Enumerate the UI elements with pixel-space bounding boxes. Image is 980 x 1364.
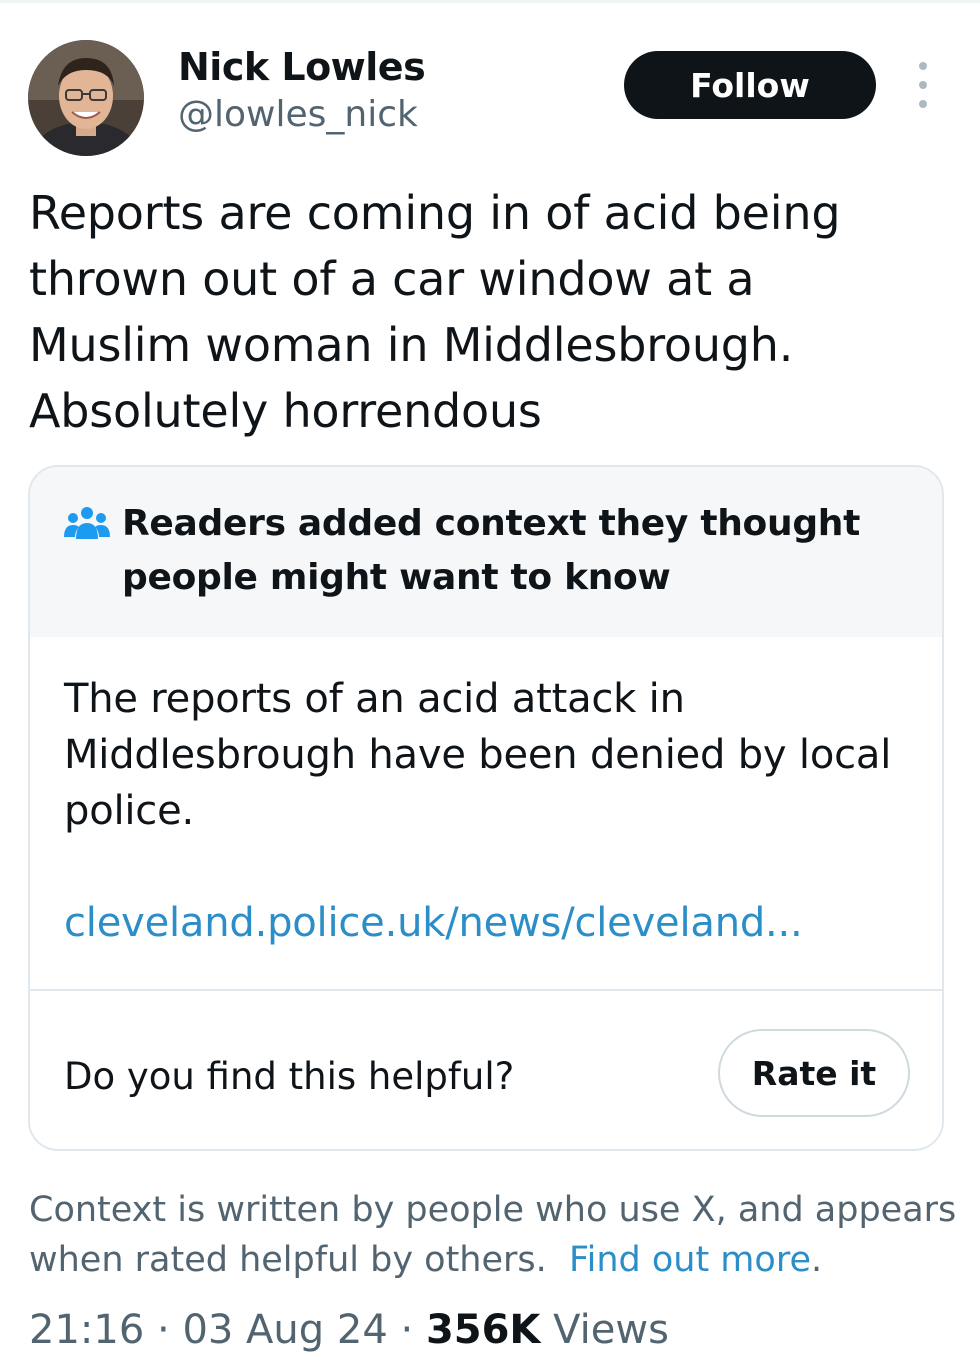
- context-disclaimer-period: .: [810, 1240, 823, 1280]
- avatar-image: [28, 40, 144, 156]
- context-disclaimer: Context is written by people who use X, …: [29, 1185, 959, 1285]
- community-note-source-link[interactable]: cleveland.police.uk/news/cleveland...: [64, 895, 803, 951]
- display-name[interactable]: Nick Lowles: [178, 44, 426, 90]
- user-handle[interactable]: @lowles_nick: [178, 92, 425, 138]
- tweet-time[interactable]: 21:16: [29, 1307, 144, 1353]
- community-note-header: Readers added context they thought peopl…: [30, 467, 942, 637]
- rate-it-button[interactable]: Rate it: [718, 1029, 910, 1117]
- tweet-meta: 21:16 · 03 Aug 24 · 356K Views: [29, 1302, 669, 1358]
- divider: [30, 989, 942, 991]
- more-vertical-icon-dot: [919, 81, 927, 89]
- top-divider: [0, 0, 980, 3]
- meta-separator: ·: [157, 1307, 170, 1353]
- people-icon: [64, 507, 110, 539]
- meta-separator: ·: [400, 1307, 414, 1353]
- more-options-button[interactable]: [908, 62, 938, 108]
- community-note-title: Readers added context they thought peopl…: [122, 503, 861, 598]
- find-out-more-link[interactable]: Find out more: [569, 1240, 811, 1280]
- more-vertical-icon: [919, 62, 927, 70]
- author-block[interactable]: Nick Lowles @lowles_nick: [178, 44, 426, 138]
- follow-button[interactable]: Follow: [624, 51, 876, 119]
- views-label[interactable]: Views: [553, 1307, 669, 1353]
- more-vertical-icon-dot: [919, 100, 927, 108]
- helpful-question: Do you find this helpful?: [64, 1055, 515, 1098]
- views-count[interactable]: 356K: [426, 1307, 541, 1353]
- tweet-text: Reports are coming in of acid being thro…: [29, 186, 841, 438]
- tweet-date[interactable]: 03 Aug 24: [182, 1307, 387, 1353]
- community-note-body: The reports of an acid attack in Middles…: [64, 676, 892, 834]
- community-note-card: Readers added context they thought peopl…: [28, 465, 944, 1151]
- avatar[interactable]: [28, 40, 144, 156]
